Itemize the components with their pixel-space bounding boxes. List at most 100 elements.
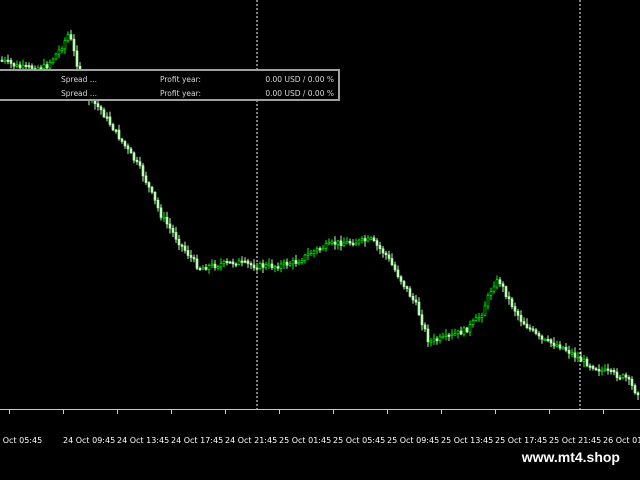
candle-body xyxy=(366,237,370,242)
candle-body xyxy=(504,286,508,297)
time-axis-label: 25 Oct 09:45 xyxy=(387,436,440,445)
candle-body xyxy=(168,223,172,229)
candle-body xyxy=(15,64,19,67)
candle-body xyxy=(282,261,286,265)
candle-body xyxy=(444,334,448,337)
candle-body xyxy=(513,306,517,312)
candle-body xyxy=(594,368,598,371)
candle-body xyxy=(345,241,349,244)
candle-body xyxy=(66,34,70,41)
candlestick-chart[interactable] xyxy=(0,0,640,409)
candle-body xyxy=(567,350,571,354)
candle-body xyxy=(591,365,595,369)
time-axis-tick xyxy=(225,410,226,414)
time-axis-tick xyxy=(441,410,442,414)
candle-body xyxy=(465,327,469,333)
time-axis-label: 25 Oct 17:45 xyxy=(495,436,548,445)
candle-body xyxy=(258,263,262,269)
time-axis-tick xyxy=(549,410,550,414)
candle-body xyxy=(300,260,304,263)
profit-year-label: Profit year: xyxy=(160,89,202,98)
candle-body xyxy=(159,207,163,218)
profit-year-label: Profit year: xyxy=(160,75,202,84)
candle-body xyxy=(3,59,7,62)
candle-body xyxy=(195,258,199,269)
time-axis-tick xyxy=(279,410,280,414)
candle-body xyxy=(411,296,415,301)
price-chart[interactable] xyxy=(0,0,640,409)
candle-body xyxy=(609,369,613,372)
candle-body xyxy=(399,276,403,282)
candle-body xyxy=(495,279,499,288)
candle-body xyxy=(228,261,232,264)
time-axis-tick xyxy=(171,410,172,414)
candle-body xyxy=(357,239,361,244)
candle-body xyxy=(102,109,106,118)
candle-body xyxy=(111,124,115,131)
candle-body xyxy=(354,242,358,246)
candle-body xyxy=(606,368,610,371)
candle-body xyxy=(63,40,67,50)
profit-year-value: 0.00 USD / 0.00 % xyxy=(265,89,334,98)
candle-body xyxy=(402,281,406,287)
candle-body xyxy=(171,227,175,233)
candle-body xyxy=(450,333,454,336)
candle-body xyxy=(537,333,541,337)
candle-body xyxy=(321,248,325,251)
candle-body xyxy=(420,314,424,326)
candle-body xyxy=(417,301,421,316)
candle-body xyxy=(630,378,634,386)
candle-body xyxy=(108,116,112,125)
candle-body xyxy=(396,269,400,277)
candle-body xyxy=(438,336,442,341)
candle-body xyxy=(519,315,523,322)
candle-body xyxy=(375,240,379,246)
candle-body xyxy=(561,346,565,350)
candle-body xyxy=(126,145,130,150)
candle-body xyxy=(150,186,154,193)
candle-body xyxy=(543,338,547,342)
candle-body xyxy=(138,161,142,166)
candle-body xyxy=(303,254,307,262)
profit-year-value: 0.00 USD / 0.00 % xyxy=(265,75,334,84)
time-axis-label: 24 Oct 21:45 xyxy=(225,436,278,445)
candle-body xyxy=(510,298,514,307)
candle-body xyxy=(531,328,535,331)
candle-body xyxy=(219,263,223,267)
candle-body xyxy=(528,327,532,330)
candle-body xyxy=(558,344,562,349)
candle-body xyxy=(342,242,346,247)
candle-body xyxy=(327,242,331,245)
candle-body xyxy=(306,253,310,256)
candle-body xyxy=(627,377,631,380)
candle-body xyxy=(351,242,355,246)
candle-body xyxy=(555,344,559,347)
candle-body xyxy=(237,260,241,265)
candle-body xyxy=(222,261,226,265)
candle-body xyxy=(624,374,628,378)
candle-body xyxy=(489,291,493,296)
candle-body xyxy=(225,261,229,264)
time-axis-tick xyxy=(387,410,388,414)
candle-body xyxy=(564,346,568,351)
candle-body xyxy=(291,260,295,265)
candle-body xyxy=(120,138,124,142)
candle-body xyxy=(24,64,28,68)
candle-body xyxy=(6,59,10,62)
candle-body xyxy=(105,116,109,119)
candle-body xyxy=(456,330,460,335)
candle-body xyxy=(192,257,196,260)
candle-body xyxy=(267,263,271,266)
candle-body xyxy=(393,264,397,271)
candle-body xyxy=(96,103,100,108)
candle-body xyxy=(174,232,178,240)
time-axis-label: 24 Oct 13:45 xyxy=(117,436,170,445)
watermark: www.mt4.shop xyxy=(515,446,626,468)
candle-body xyxy=(21,64,25,69)
time-axis-tick xyxy=(63,410,64,414)
candle-body xyxy=(264,264,268,268)
candle-body xyxy=(348,241,352,244)
candle-body xyxy=(48,62,52,69)
candle-body xyxy=(372,237,376,241)
time-axis-tick xyxy=(603,410,604,414)
